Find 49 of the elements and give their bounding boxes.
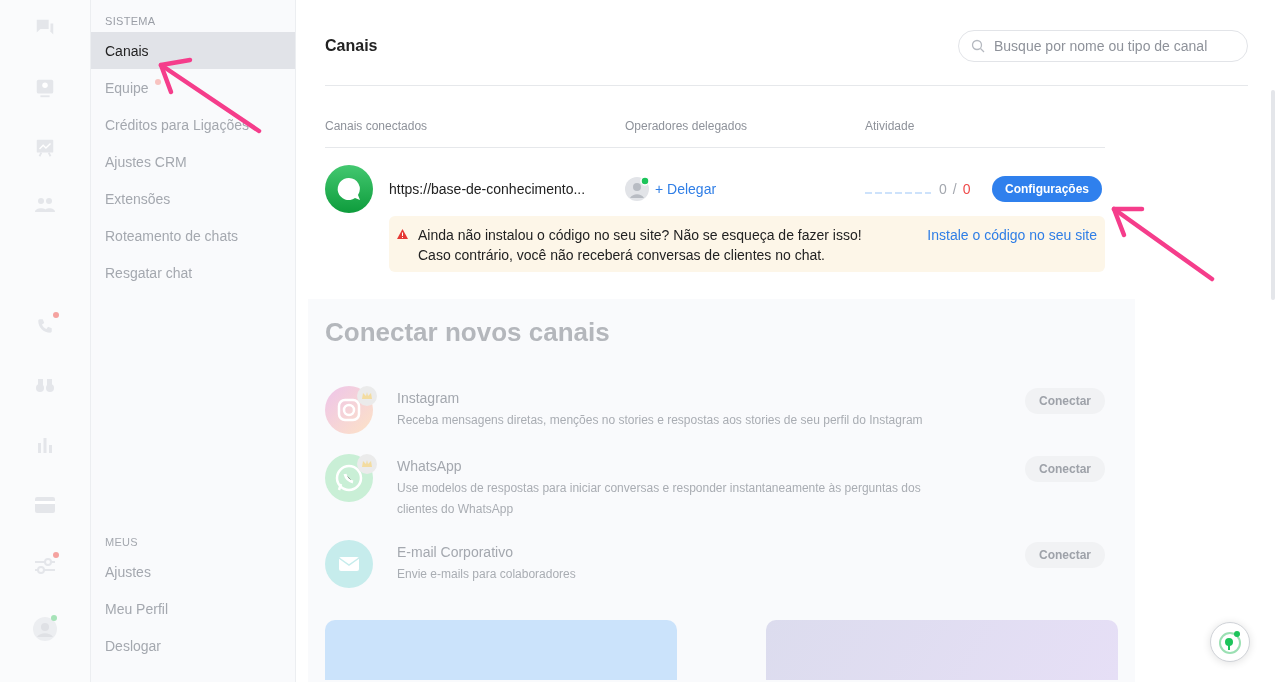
sidebar-item[interactable]: Canais xyxy=(91,32,295,69)
activity-count: 0 xyxy=(939,181,947,197)
connect-button[interactable]: Conectar xyxy=(1025,388,1105,414)
page-title: Canais xyxy=(325,36,378,55)
channel-description: Envie e-mails para colaboradores xyxy=(397,566,577,583)
activity-total: 0 xyxy=(962,181,971,197)
sidebar-item[interactable]: Créditos para Ligações xyxy=(91,106,295,143)
sidebar-item[interactable]: Ajustes CRM xyxy=(91,143,295,180)
connect-button[interactable]: Conectar xyxy=(1025,456,1105,482)
section-title: SISTEMA xyxy=(104,14,157,29)
sidebar-item[interactable]: Meu Perfil xyxy=(91,590,295,627)
section-title: Conectar novos canais xyxy=(325,317,611,348)
avatar-icon[interactable] xyxy=(33,617,57,641)
channel-description: Use modelos de respostas para iniciar conversas e responder instantaneamente às perguntas dos clientes do WhatsApp xyxy=(397,480,922,518)
sidebar-item[interactable]: Equipe xyxy=(91,69,295,106)
channel-name: E-mail Corporativo xyxy=(397,544,514,560)
settings-button[interactable]: Configurações xyxy=(992,176,1102,202)
phone-icon[interactable] xyxy=(36,317,54,335)
section-title: MEUS xyxy=(104,536,139,550)
chat-bubble-logo-icon xyxy=(325,165,373,213)
sidebar-item[interactable]: Resgatar chat xyxy=(91,254,295,291)
location-pin-icon xyxy=(1217,629,1243,655)
delegate-link[interactable]: + Delegar xyxy=(655,181,717,197)
operator-avatar-icon xyxy=(625,177,649,201)
separator: / xyxy=(952,181,957,197)
sidebar-item[interactable]: Extensões xyxy=(91,180,295,217)
channel-description: Receba mensagens diretas, menções no stories e respostas aos stories de seu perfil do Instagram xyxy=(397,412,924,429)
credit-card-icon[interactable] xyxy=(35,497,55,513)
channel-name: WhatsApp xyxy=(397,458,463,474)
chart-board-icon[interactable] xyxy=(34,137,56,159)
search-icon xyxy=(971,38,985,53)
channel-name: https://base-de-conhecimento... xyxy=(389,181,587,197)
sliders-icon[interactable] xyxy=(35,557,55,575)
column-header: Canais conectados xyxy=(325,119,429,133)
activity-sparkline xyxy=(865,191,931,195)
envelope-logo-icon xyxy=(325,540,373,588)
search-field[interactable]: Busque por nome ou tipo de canal xyxy=(958,29,1248,62)
column-header: Atividade xyxy=(865,119,915,133)
contact-card-icon[interactable] xyxy=(34,77,56,99)
sidebar-item[interactable]: Roteamento de chats xyxy=(91,217,295,254)
warning-text: Ainda não instalou o código no seu site? Não se esqueça de fazer isso! Caso contrário, você não receberá conversas de clientes no chat. xyxy=(418,226,863,265)
connect-button[interactable]: Conectar xyxy=(1025,542,1105,568)
channel-name: Instagram xyxy=(397,390,461,406)
sidebar-item[interactable]: Ajustes xyxy=(91,553,295,590)
warning-icon xyxy=(397,229,408,239)
location-pin-button[interactable] xyxy=(1210,622,1250,662)
install-code-link[interactable]: Instale o código no seu site xyxy=(927,225,1097,245)
column-header: Operadores delegados xyxy=(625,119,749,133)
sidebar-item[interactable]: Deslogar xyxy=(91,627,295,664)
